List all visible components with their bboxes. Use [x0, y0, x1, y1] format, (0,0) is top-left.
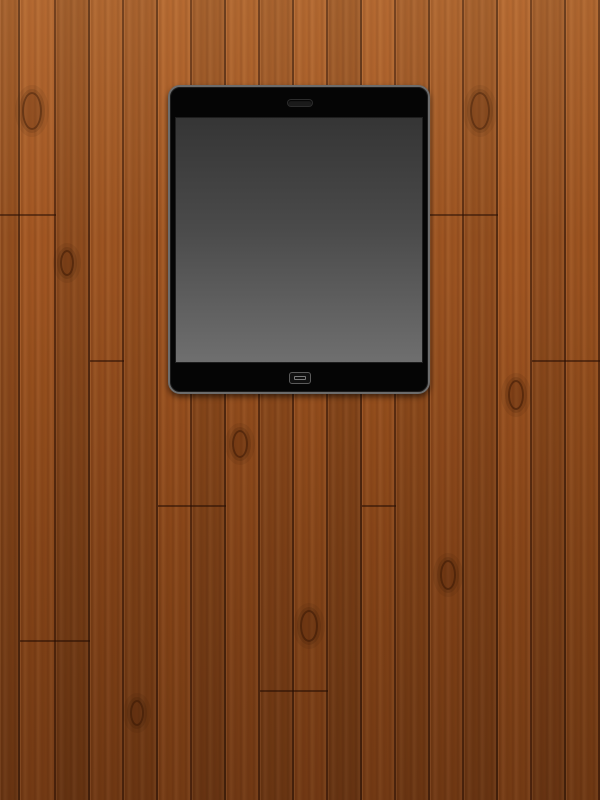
- home-button-icon: [294, 376, 306, 380]
- speaker-grille-icon: [288, 100, 312, 106]
- home-button[interactable]: [289, 372, 311, 384]
- tablet-screen[interactable]: [175, 117, 423, 363]
- tablet-device: [168, 85, 430, 394]
